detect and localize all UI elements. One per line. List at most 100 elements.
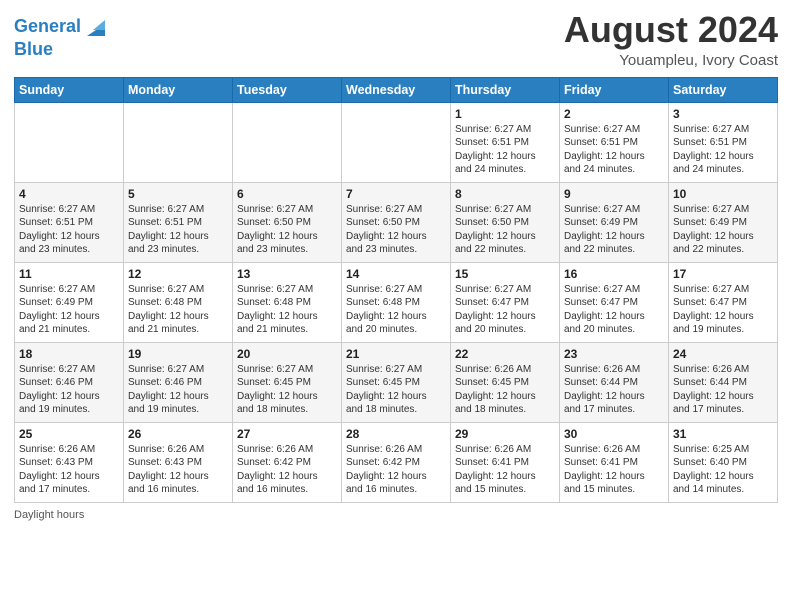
day-cell: 7 Sunrise: 6:27 AM Sunset: 6:50 PM Daylig… [342,182,451,262]
day-info: Sunrise: 6:27 AM Sunset: 6:49 PM Dayligh… [564,203,664,257]
day-info: Sunrise: 6:26 AM Sunset: 6:42 PM Dayligh… [346,443,446,497]
day-cell: 2 Sunrise: 6:27 AM Sunset: 6:51 PM Daylig… [560,102,669,182]
daylight-label: Daylight hours [14,509,84,521]
day-number: 21 [346,347,446,361]
day-number: 22 [455,347,555,361]
week-row-2: 4 Sunrise: 6:27 AM Sunset: 6:51 PM Daylig… [15,182,778,262]
day-cell: 15Sunrise: 6:27 AM Sunset: 6:47 PM Dayli… [451,262,560,342]
day-cell: 28 Sunrise: 6:26 AM Sunset: 6:42 PM Dayli… [342,422,451,502]
day-info: Sunrise: 6:26 AM Sunset: 6:44 PM Dayligh… [673,363,773,417]
col-header-saturday: Saturday [669,77,778,102]
day-number: 30 [564,427,664,441]
day-info: Sunrise: 6:26 AM Sunset: 6:42 PM Dayligh… [237,443,337,497]
logo-blue-text: Blue [14,40,109,60]
day-info: Sunrise: 6:27 AM Sunset: 6:50 PM Dayligh… [237,203,337,257]
day-number: 14 [346,267,446,281]
logo: General Blue [14,14,109,60]
day-info: Sunrise: 6:27 AM Sunset: 6:47 PM Dayligh… [564,283,664,337]
day-cell: 31Sunrise: 6:25 AM Sunset: 6:40 PM Dayli… [669,422,778,502]
day-cell: 10 Sunrise: 6:27 AM Sunset: 6:49 PM Dayli… [669,182,778,262]
col-header-thursday: Thursday [451,77,560,102]
day-info: Sunrise: 6:27 AM Sunset: 6:51 PM Dayligh… [564,123,664,177]
day-cell: 20Sunrise: 6:27 AM Sunset: 6:45 PM Dayli… [233,342,342,422]
day-info: Sunrise: 6:26 AM Sunset: 6:41 PM Dayligh… [564,443,664,497]
day-number: 27 [237,427,337,441]
calendar-title: August 2024 [564,10,778,50]
day-cell: 22 Sunrise: 6:26 AM Sunset: 6:45 PM Dayli… [451,342,560,422]
day-cell: 14 Sunrise: 6:27 AM Sunset: 6:48 PM Dayli… [342,262,451,342]
day-info: Sunrise: 6:26 AM Sunset: 6:43 PM Dayligh… [128,443,228,497]
day-number: 7 [346,187,446,201]
day-number: 31 [673,427,773,441]
day-cell: 11Sunrise: 6:27 AM Sunset: 6:49 PM Dayli… [15,262,124,342]
day-cell: 4Sunrise: 6:27 AM Sunset: 6:51 PM Daylig… [15,182,124,262]
day-cell: 30 Sunrise: 6:26 AM Sunset: 6:41 PM Dayli… [560,422,669,502]
logo-icon [83,14,109,40]
day-info: Sunrise: 6:27 AM Sunset: 6:51 PM Dayligh… [455,123,555,177]
day-cell [342,102,451,182]
day-info: Sunrise: 6:26 AM Sunset: 6:44 PM Dayligh… [564,363,664,417]
day-number: 29 [455,427,555,441]
day-info: Sunrise: 6:27 AM Sunset: 6:50 PM Dayligh… [455,203,555,257]
day-number: 28 [346,427,446,441]
day-number: 4 [19,187,119,201]
day-info: Sunrise: 6:27 AM Sunset: 6:48 PM Dayligh… [346,283,446,337]
day-cell: 21 Sunrise: 6:27 AM Sunset: 6:45 PM Dayli… [342,342,451,422]
day-number: 25 [19,427,119,441]
day-info: Sunrise: 6:27 AM Sunset: 6:49 PM Dayligh… [673,203,773,257]
header-row: SundayMondayTuesdayWednesdayThursdayFrid… [15,77,778,102]
day-number: 24 [673,347,773,361]
day-info: Sunrise: 6:27 AM Sunset: 6:46 PM Dayligh… [19,363,119,417]
day-number: 2 [564,107,664,121]
day-cell: 13 Sunrise: 6:27 AM Sunset: 6:48 PM Dayli… [233,262,342,342]
col-header-wednesday: Wednesday [342,77,451,102]
day-cell [15,102,124,182]
day-cell: 9 Sunrise: 6:27 AM Sunset: 6:49 PM Daylig… [560,182,669,262]
day-number: 16 [564,267,664,281]
footer: Daylight hours [14,509,778,521]
day-number: 10 [673,187,773,201]
day-cell: 16 Sunrise: 6:27 AM Sunset: 6:47 PM Dayli… [560,262,669,342]
day-cell [233,102,342,182]
day-info: Sunrise: 6:27 AM Sunset: 6:51 PM Dayligh… [128,203,228,257]
day-info: Sunrise: 6:27 AM Sunset: 6:50 PM Dayligh… [346,203,446,257]
day-cell: 8 Sunrise: 6:27 AM Sunset: 6:50 PM Daylig… [451,182,560,262]
col-header-friday: Friday [560,77,669,102]
day-number: 17 [673,267,773,281]
day-cell: 24 Sunrise: 6:26 AM Sunset: 6:44 PM Dayli… [669,342,778,422]
day-cell: 19Sunrise: 6:27 AM Sunset: 6:46 PM Dayli… [124,342,233,422]
day-number: 8 [455,187,555,201]
day-cell: 17 Sunrise: 6:27 AM Sunset: 6:47 PM Dayli… [669,262,778,342]
col-header-sunday: Sunday [15,77,124,102]
day-cell: 29 Sunrise: 6:26 AM Sunset: 6:41 PM Dayli… [451,422,560,502]
calendar-subtitle: Youampleu, Ivory Coast [564,52,778,69]
day-number: 13 [237,267,337,281]
day-info: Sunrise: 6:27 AM Sunset: 6:47 PM Dayligh… [455,283,555,337]
day-info: Sunrise: 6:27 AM Sunset: 6:45 PM Dayligh… [237,363,337,417]
day-info: Sunrise: 6:26 AM Sunset: 6:43 PM Dayligh… [19,443,119,497]
day-cell: 18 Sunrise: 6:27 AM Sunset: 6:46 PM Dayli… [15,342,124,422]
day-info: Sunrise: 6:27 AM Sunset: 6:49 PM Dayligh… [19,283,119,337]
day-info: Sunrise: 6:27 AM Sunset: 6:45 PM Dayligh… [346,363,446,417]
day-info: Sunrise: 6:26 AM Sunset: 6:45 PM Dayligh… [455,363,555,417]
day-info: Sunrise: 6:27 AM Sunset: 6:51 PM Dayligh… [673,123,773,177]
day-info: Sunrise: 6:27 AM Sunset: 6:48 PM Dayligh… [237,283,337,337]
day-cell: 6Sunrise: 6:27 AM Sunset: 6:50 PM Daylig… [233,182,342,262]
day-info: Sunrise: 6:27 AM Sunset: 6:47 PM Dayligh… [673,283,773,337]
col-header-monday: Monday [124,77,233,102]
day-number: 26 [128,427,228,441]
day-number: 9 [564,187,664,201]
day-cell: 26 Sunrise: 6:26 AM Sunset: 6:43 PM Dayli… [124,422,233,502]
day-info: Sunrise: 6:26 AM Sunset: 6:41 PM Dayligh… [455,443,555,497]
week-row-1: 1Sunrise: 6:27 AM Sunset: 6:51 PM Daylig… [15,102,778,182]
day-number: 3 [673,107,773,121]
day-cell [124,102,233,182]
calendar-page: General Blue August 2024 Youampleu, Ivor… [0,0,792,612]
day-number: 23 [564,347,664,361]
week-row-4: 18 Sunrise: 6:27 AM Sunset: 6:46 PM Dayli… [15,342,778,422]
day-number: 18 [19,347,119,361]
day-number: 12 [128,267,228,281]
day-number: 5 [128,187,228,201]
logo-text: General [14,17,81,37]
day-cell: 23 Sunrise: 6:26 AM Sunset: 6:44 PM Dayli… [560,342,669,422]
